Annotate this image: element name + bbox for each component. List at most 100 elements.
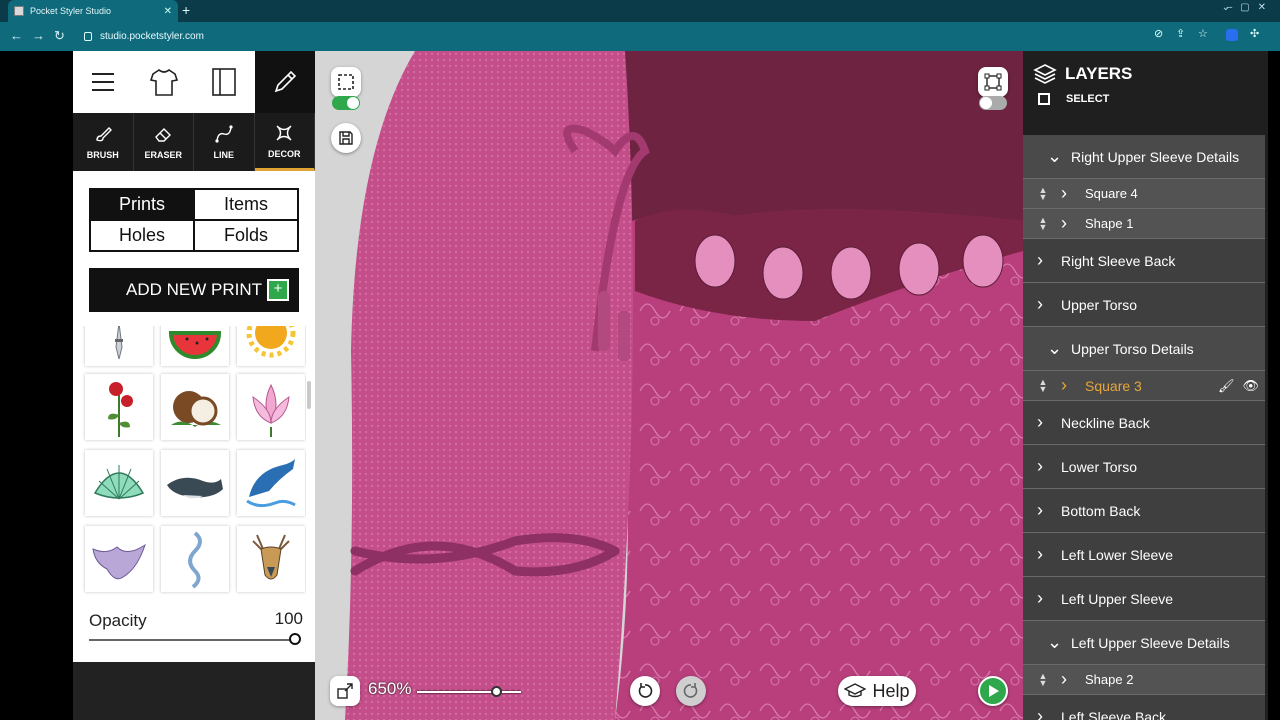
print-dagger[interactable] [85,326,153,366]
url-field[interactable]: studio.pocketstyler.com [76,26,1140,47]
dashed-select-icon [338,74,354,90]
chevron-right-icon[interactable]: › [1037,706,1051,720]
tab-items[interactable]: Items [195,190,297,219]
chevron-down-icon[interactable]: ⌄ [1047,632,1062,653]
layer-row[interactable]: › Right Sleeve Back [1023,239,1265,283]
reorder-handle-icon[interactable]: ▲ ▼ [1037,671,1049,687]
reload-icon[interactable]: ↻ [54,28,65,44]
forward-arrow-icon[interactable]: → [32,28,45,43]
undo-button[interactable] [630,676,660,706]
eraser-tool[interactable]: ERASER [134,113,194,171]
browser-tab[interactable]: Pocket Styler Studio ✕ [8,0,178,22]
layer-row[interactable]: › Upper Torso [1023,283,1265,327]
brush-tool[interactable]: BRUSH [73,113,134,171]
layer-row[interactable]: ▲ ▼ › Square 3 🖌 👁 [1023,371,1265,401]
print-watermelon[interactable] [161,326,229,366]
fit-view-button[interactable] [330,676,360,706]
extension-icon[interactable] [1226,29,1238,41]
chevron-right-icon[interactable]: › [1037,456,1051,477]
puzzle-icon[interactable]: ✣ [1250,27,1259,40]
reorder-handle-icon[interactable]: ▲ ▼ [1037,215,1049,231]
print-rose[interactable] [85,374,153,440]
print-shell[interactable] [85,450,153,516]
opacity-slider[interactable] [89,639,295,641]
layer-row[interactable]: ▲ ▼ › Square 4 [1023,179,1265,209]
brush-label: BRUSH [86,150,119,160]
tab-prints[interactable]: Prints [91,190,193,219]
menu-button[interactable] [73,51,134,113]
chevron-right-icon[interactable]: › [1037,250,1051,271]
chevron-right-icon[interactable]: › [1061,669,1075,690]
print-whale[interactable] [161,450,229,516]
transform-toggle-off[interactable] [979,96,1007,110]
tab-folds[interactable]: Folds [195,221,297,250]
layer-row[interactable]: ▲ ▼ › Shape 1 [1023,209,1265,239]
chevron-down-icon[interactable]: ⌄ [1047,338,1062,359]
opacity-label: Opacity [89,611,147,630]
layer-row[interactable]: › Lower Torso [1023,445,1265,489]
layer-label: Neckline Back [1061,414,1150,431]
pattern-book-button[interactable] [194,51,255,113]
selection-toggle-on[interactable] [332,96,360,110]
layer-label: Right Sleeve Back [1061,252,1176,269]
back-arrow-icon[interactable]: ← [10,28,23,43]
print-coconut[interactable] [161,374,229,440]
reorder-handle-icon[interactable]: ▲ ▼ [1037,377,1049,393]
add-new-print-button[interactable]: ADD NEW PRINT + [89,268,299,312]
opacity-slider-thumb[interactable] [289,633,301,645]
redo-button[interactable] [676,676,706,706]
select-checkbox[interactable] [1038,93,1050,105]
help-button[interactable]: Help [838,676,916,706]
chevron-right-icon[interactable]: › [1037,500,1051,521]
print-snake[interactable] [161,526,229,592]
print-grid-scrollbar[interactable] [307,381,311,409]
layer-row[interactable]: › Left Sleeve Back [1023,695,1265,720]
chevron-right-icon[interactable]: › [1037,294,1051,315]
share-icon[interactable]: ⇪ [1176,27,1185,40]
layer-row[interactable]: › Neckline Back [1023,401,1265,445]
chevron-right-icon[interactable]: › [1061,213,1075,234]
layer-row[interactable]: ▲ ▼ › Shape 2 [1023,665,1265,695]
print-bat[interactable] [85,526,153,592]
layer-row[interactable]: › Bottom Back [1023,489,1265,533]
save-button[interactable] [331,123,361,153]
zoom-slider-thumb[interactable] [491,686,502,697]
star-icon[interactable]: ☆ [1198,27,1208,40]
layer-row[interactable]: › Left Upper Sleeve [1023,577,1265,621]
new-tab-button[interactable]: + [182,2,190,18]
play-preview-button[interactable] [978,676,1008,706]
eye-off-icon[interactable]: ⊘ [1154,27,1163,40]
layer-row[interactable]: ⌄ Right Upper Sleeve Details [1023,135,1265,179]
coconut-icon [171,391,221,427]
window-controls[interactable]: –▢✕ [1227,2,1274,13]
decor-tool[interactable]: DECOR [254,113,315,171]
tab-holes[interactable]: Holes [91,221,193,250]
chevron-right-icon[interactable]: › [1037,544,1051,565]
selection-tool-button[interactable] [331,67,361,97]
print-dolphin[interactable] [237,450,305,516]
transform-tool-button[interactable] [978,67,1008,97]
chevron-right-icon[interactable]: › [1037,412,1051,433]
layer-label: Left Lower Sleeve [1061,546,1174,563]
print-sun[interactable] [237,326,305,366]
draw-mode-button[interactable] [254,51,315,113]
print-deer[interactable] [237,526,305,592]
eye-icon[interactable]: 👁 [1242,378,1259,394]
chevron-right-icon[interactable]: › [1061,183,1075,204]
reorder-handle-icon[interactable]: ▲ ▼ [1037,185,1049,201]
tab-close-icon[interactable]: ✕ [164,6,172,17]
line-tool[interactable]: LINE [194,113,255,171]
chevron-right-icon[interactable]: › [1037,588,1051,609]
garment-button[interactable] [134,51,195,113]
layer-label: Square 3 [1085,377,1142,394]
undo-icon [638,683,653,698]
layer-row[interactable]: ⌄ Upper Torso Details [1023,327,1265,371]
chevron-down-icon[interactable]: ⌄ [1047,146,1062,167]
print-lotus[interactable] [237,374,305,440]
zoom-slider[interactable] [417,691,521,693]
chevron-right-icon[interactable]: › [1061,375,1075,396]
layer-row[interactable]: › Left Lower Sleeve [1023,533,1265,577]
layer-row[interactable]: ⌄ Left Upper Sleeve Details [1023,621,1265,665]
design-canvas[interactable]: 650% Help [315,51,1023,720]
brush-icon[interactable]: 🖌 [1218,378,1235,394]
